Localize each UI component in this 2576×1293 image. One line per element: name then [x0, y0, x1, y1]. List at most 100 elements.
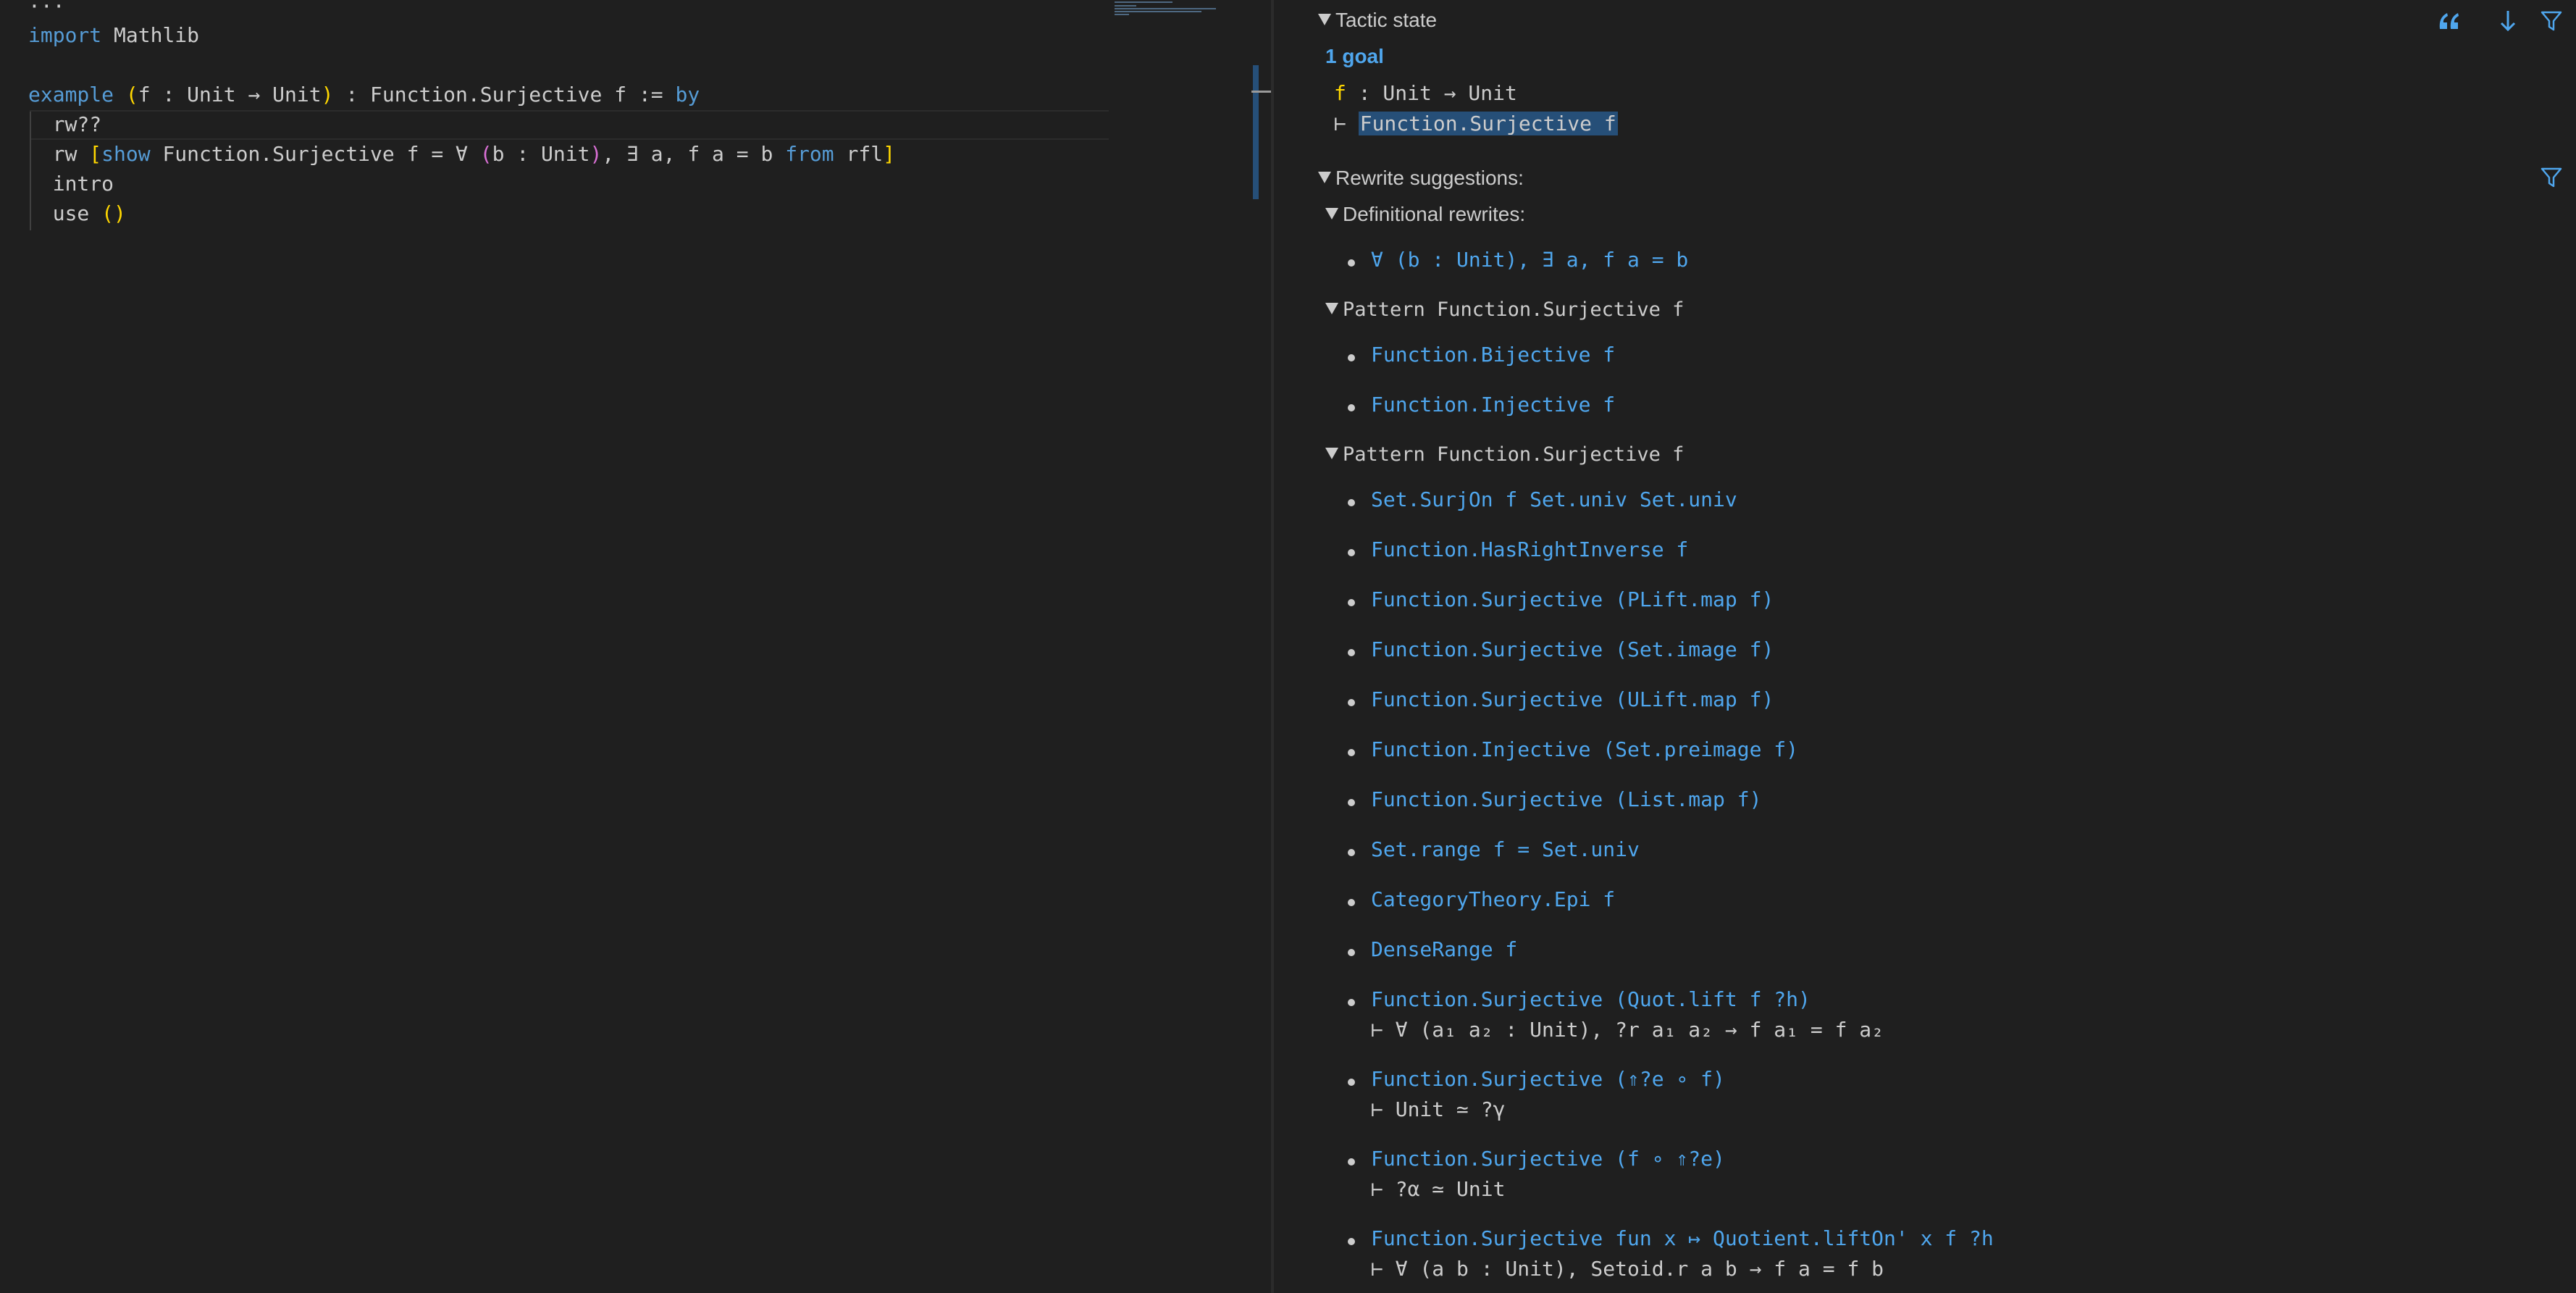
hypothesis-name[interactable]: f	[1334, 81, 1346, 105]
rewrite-suggestion-link[interactable]: Function.Bijective f	[1371, 343, 1615, 367]
rewrite-suggestion-link[interactable]: Function.Surjective (Set.image f)	[1371, 637, 1774, 661]
list-bullet	[1348, 499, 1355, 506]
minimap-line	[1115, 14, 1129, 15]
list-bullet	[1348, 599, 1355, 606]
goal-line[interactable]: ⊢ Function.Surjective f	[1334, 112, 1618, 135]
code-token: f : Unit → Unit	[138, 83, 322, 106]
code-token: : Function.Surjective f :=	[333, 83, 676, 106]
minimap-line	[1115, 5, 1136, 7]
code-token: [	[89, 142, 102, 166]
collapse-triangle-icon	[1325, 208, 1338, 219]
code-token: example	[28, 83, 114, 106]
list-bullet	[1348, 999, 1355, 1006]
minimap-line	[1115, 8, 1216, 9]
list-bullet	[1348, 749, 1355, 756]
minimap-line	[1115, 11, 1201, 12]
list-bullet	[1348, 799, 1355, 806]
rewrite-suggestions-label: Rewrite suggestions:	[1335, 167, 1524, 189]
list-bullet	[1348, 549, 1355, 556]
rewrite-suggestion-link[interactable]: Function.Surjective (PLift.map f)	[1371, 587, 1774, 611]
rewrite-suggestion-link[interactable]: CategoryTheory.Epi f	[1371, 887, 1615, 911]
list-bullet	[1348, 404, 1355, 411]
rewrite-section-title: Pattern Function.Surjective f	[1343, 443, 1685, 466]
goal-expression[interactable]: Function.Surjective f	[1358, 112, 1618, 135]
rewrite-suggestion-link[interactable]: ∀ (b : Unit), ∃ a, f a = b	[1371, 248, 1688, 272]
side-goal[interactable]: ⊢ ∀ (a₁ a₂ : Unit), ?r a₁ a₂ → f a₁ = f …	[1371, 1018, 1884, 1042]
code-token: rw	[28, 142, 90, 166]
code-token: use	[28, 201, 102, 225]
code-token: from	[785, 142, 834, 166]
rewrite-section-toggle[interactable]: Pattern Function.Surjective f	[1325, 443, 1684, 466]
code-token: Function.Surjective f = ∀	[150, 142, 480, 166]
list-bullet	[1348, 259, 1355, 267]
rewrite-suggestion-link[interactable]: Function.Surjective (f ∘ ⇑?e)	[1371, 1147, 1725, 1171]
code-line-import[interactable]: import Mathlib	[28, 20, 199, 50]
side-goal[interactable]: ⊢ ?α ≃ Unit	[1371, 1177, 1505, 1201]
tactic-state-toggle[interactable]: Tactic state	[1318, 9, 1437, 32]
collapse-triangle-icon	[1325, 448, 1338, 459]
code-line-example[interactable]: example (f : Unit → Unit) : Function.Sur…	[28, 80, 700, 109]
list-bullet	[1348, 699, 1355, 706]
list-bullet	[1348, 949, 1355, 956]
rewrite-section-title: Definitional rewrites:	[1343, 203, 1526, 225]
tactic-state-label: Tactic state	[1335, 9, 1438, 31]
code-line-ellipsis[interactable]: ···	[28, 0, 65, 21]
pane-splitter[interactable]	[1271, 0, 1274, 1293]
rewrite-suggestion-link[interactable]: Function.Surjective (List.map f)	[1371, 787, 1761, 811]
rewrite-suggestion-link[interactable]: Function.HasRightInverse f	[1371, 537, 1688, 561]
rewrite-suggestion-link[interactable]: Function.Injective f	[1371, 393, 1615, 417]
lean-infoview[interactable]: Tactic state 1 goal f : Unit → Unit ⊢ Fu…	[1275, 0, 2576, 1293]
side-goal[interactable]: ⊢ Unit ≃ ?γ	[1371, 1097, 1505, 1121]
code-token: ]	[883, 142, 895, 166]
collapse-triangle-icon	[1318, 172, 1331, 183]
code-token: import	[28, 23, 102, 47]
list-bullet	[1348, 1079, 1355, 1086]
minimap[interactable]	[1112, 0, 1220, 17]
rewrite-section-title: Pattern Function.Surjective f	[1343, 298, 1685, 321]
code-token: ···	[28, 0, 65, 18]
hypothesis-type[interactable]: : Unit → Unit	[1346, 81, 1517, 105]
rewrite-suggestion-link[interactable]: Set.range f = Set.univ	[1371, 837, 1640, 861]
code-token: show	[101, 142, 151, 166]
code-token: rfl	[834, 142, 884, 166]
scrollbar-cursor-marker	[1251, 91, 1273, 93]
minimap-line	[1115, 1, 1172, 3]
code-token: )	[321, 83, 334, 106]
code-line-intro[interactable]: intro	[28, 169, 114, 198]
editor-scrollbar[interactable]	[1253, 65, 1259, 199]
side-goal[interactable]: ⊢ ∀ (a b : Unit), Setoid.r a b → f a = f…	[1371, 1257, 1884, 1281]
rewrite-section-toggle[interactable]: Pattern Function.Surjective f	[1325, 298, 1684, 321]
code-token: b : Unit	[492, 142, 590, 166]
code-token: (	[125, 83, 138, 106]
quote-icon[interactable]	[2437, 10, 2462, 32]
code-token: by	[675, 83, 700, 106]
hypothesis[interactable]: f : Unit → Unit	[1334, 81, 1517, 105]
rewrite-suggestion-link[interactable]: Set.SurjOn f Set.univ Set.univ	[1371, 488, 1737, 511]
code-line-rw-show[interactable]: rw [show Function.Surjective f = ∀ (b : …	[28, 139, 895, 169]
current-line-highlight-top	[30, 110, 1109, 112]
rewrite-suggestions-toggle[interactable]: Rewrite suggestions:	[1318, 167, 1524, 190]
collapse-triangle-icon	[1325, 303, 1338, 314]
code-editor[interactable]: ··· import Mathlib example (f : Unit → Uni…	[0, 0, 1273, 1293]
rewrite-suggestion-link[interactable]: Function.Surjective (Quot.lift f ?h)	[1371, 987, 1811, 1011]
code-line-rw-suggest[interactable]: rw??	[28, 109, 101, 139]
rewrite-suggestion-link[interactable]: Function.Injective (Set.preimage f)	[1371, 737, 1798, 761]
rewrite-suggestion-link[interactable]: Function.Surjective (ULift.map f)	[1371, 687, 1774, 711]
code-line-use[interactable]: use ()	[28, 198, 126, 228]
rewrite-suggestion-link[interactable]: Function.Surjective (⇑?e ∘ f)	[1371, 1067, 1725, 1091]
filter-icon[interactable]	[2541, 10, 2562, 32]
list-bullet	[1348, 1238, 1355, 1245]
rewrite-suggestion-link[interactable]: DenseRange f	[1371, 937, 1517, 961]
code-token: Mathlib	[101, 23, 200, 47]
list-bullet	[1348, 849, 1355, 856]
arrow-down-icon[interactable]	[2499, 9, 2517, 33]
rewrite-suggestion-link[interactable]: Function.Surjective fun x ↦ Quotient.lif…	[1371, 1226, 1994, 1250]
collapse-triangle-icon	[1318, 14, 1331, 25]
rewrite-filter-icon[interactable]	[2541, 167, 2562, 188]
list-bullet	[1348, 354, 1355, 361]
list-bullet	[1348, 649, 1355, 656]
goal-count: 1 goal	[1325, 45, 1384, 67]
rewrite-section-toggle[interactable]: Definitional rewrites:	[1325, 203, 1525, 226]
code-token: )	[590, 142, 603, 166]
